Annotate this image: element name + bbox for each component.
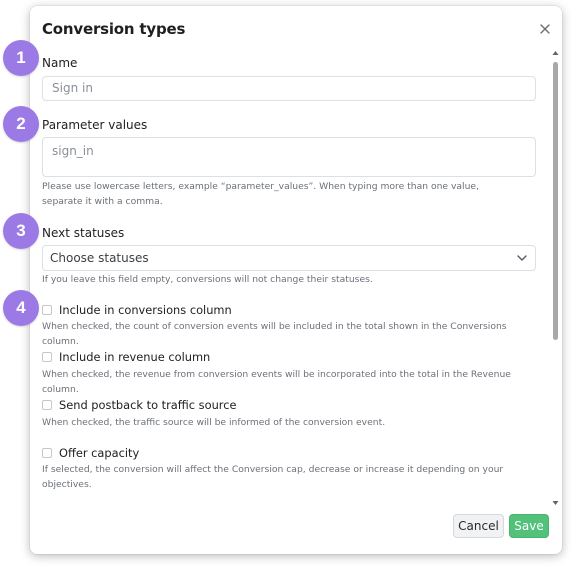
scroll-down-arrow-icon[interactable] xyxy=(552,500,559,506)
send-postback-label: Send postback to traffic source xyxy=(59,398,237,412)
dialog-scrollbar[interactable] xyxy=(551,50,560,506)
include-revenue-label: Include in revenue column xyxy=(59,350,211,364)
next-statuses-select[interactable]: Choose statuses xyxy=(42,245,536,271)
step-badge-3: 3 xyxy=(3,213,39,249)
step-badge-4: 4 xyxy=(3,290,39,326)
parameter-values-placeholder: sign_in xyxy=(52,144,94,158)
offer-capacity-checkbox[interactable] xyxy=(42,448,52,458)
step-badge-1: 1 xyxy=(3,40,39,76)
parameter-values-textarea[interactable]: sign_in xyxy=(42,137,536,177)
close-icon[interactable] xyxy=(538,22,552,36)
name-input-placeholder: Sign in xyxy=(52,81,93,95)
scrollbar-thumb[interactable] xyxy=(553,62,558,340)
include-conversions-help: When checked, the count of conversion ev… xyxy=(42,321,507,347)
name-label: Name xyxy=(42,56,78,70)
cancel-button[interactable]: Cancel xyxy=(453,514,504,538)
offer-capacity-label: Offer capacity xyxy=(59,446,140,460)
send-postback-checkbox[interactable] xyxy=(42,400,52,410)
offer-capacity-help: If selected, the conversion will affect … xyxy=(42,464,504,490)
chevron-down-icon xyxy=(517,255,527,261)
next-statuses-value: Choose statuses xyxy=(50,251,149,265)
include-conversions-checkbox[interactable] xyxy=(42,305,52,315)
next-statuses-label: Next statuses xyxy=(42,226,125,240)
send-postback-help: When checked, the traffic source will be… xyxy=(42,417,386,428)
save-button[interactable]: Save xyxy=(509,514,549,538)
include-revenue-help: When checked, the revenue from conversio… xyxy=(42,369,511,395)
include-revenue-checkbox[interactable] xyxy=(42,352,52,362)
next-statuses-help: If you leave this field empty, conversio… xyxy=(42,274,373,285)
conversion-types-dialog: Conversion types Name Sign in Parameter … xyxy=(30,6,562,554)
include-conversions-label: Include in conversions column xyxy=(59,303,232,317)
step-badge-2: 2 xyxy=(3,106,39,142)
parameter-values-help: Please use lowercase letters, example “p… xyxy=(42,181,479,207)
scroll-up-arrow-icon[interactable] xyxy=(552,50,559,56)
dialog-title: Conversion types xyxy=(42,20,186,38)
parameter-values-label: Parameter values xyxy=(42,118,148,132)
name-input[interactable]: Sign in xyxy=(42,76,536,101)
